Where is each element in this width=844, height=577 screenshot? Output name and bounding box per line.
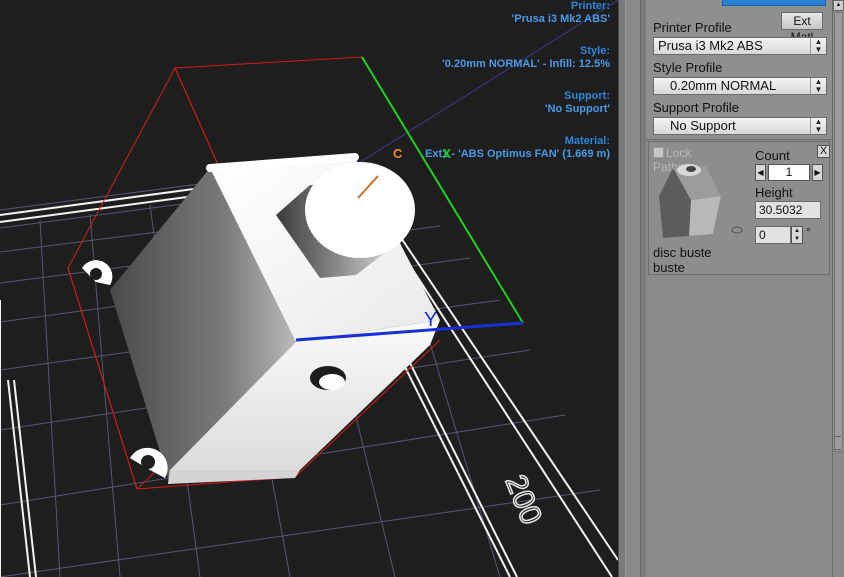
support-info-value: 'No Support'	[544, 103, 610, 115]
support-info: Support: 'No Support'	[545, 90, 610, 116]
material-info-value: Ext1 - 'ABS Optimus FAN' (1.669 m)	[425, 148, 610, 160]
bed-size-label: 200	[499, 470, 548, 529]
increment-right-icon[interactable]: ▶	[812, 164, 823, 181]
printer-profile-select[interactable]: Prusa i3 Mk2 ABS ▲ ▼	[653, 37, 827, 55]
3d-viewport[interactable]: Y 200 Printer: 'Prusa i3 Mk2 ABS' Style:…	[0, 0, 618, 577]
style-profile-label: Style Profile	[653, 60, 723, 75]
object-thumbnail[interactable]	[651, 156, 747, 242]
printer-info-value: 'Prusa i3 Mk2 ABS'	[511, 13, 610, 25]
updown-arrow-icon: ▲ ▼	[810, 38, 826, 54]
scrollbar-thumb[interactable]	[834, 12, 843, 452]
panel-tab-button[interactable]	[722, 0, 826, 6]
close-object-button[interactable]: X	[817, 145, 830, 158]
y-axis-label: Y	[424, 309, 437, 331]
count-stepper[interactable]: ◀ 1 ▶	[755, 164, 823, 181]
rotation-spin-icon[interactable]: ▲ ▼	[791, 226, 803, 244]
extruder-marker-c: C	[393, 146, 403, 161]
object-name-line1: disc buste	[653, 245, 712, 260]
count-label: Count	[755, 148, 790, 163]
printer-info-label: Printer:	[570, 0, 610, 12]
decrement-left-icon[interactable]: ◀	[755, 164, 766, 181]
style-info-label: Style:	[580, 45, 610, 57]
profile-section: Ext Matl Printer Profile Prusa i3 Mk2 AB…	[646, 0, 832, 140]
extruder-marker: CX	[393, 146, 451, 161]
height-label: Height	[755, 185, 793, 200]
height-input[interactable]: 30.5032	[755, 201, 821, 219]
style-info: Style: '0.20mm NORMAL' - Infill: 12.5%	[442, 45, 610, 71]
scroll-grip	[835, 436, 841, 450]
panel-splitter[interactable]	[618, 0, 646, 577]
ext-matl-button[interactable]: Ext Matl	[781, 12, 823, 44]
support-info-label: Support:	[564, 90, 610, 102]
scroll-up-icon[interactable]: ▲	[833, 0, 844, 11]
printer-profile-label: Printer Profile	[653, 20, 732, 35]
extruder-marker-x: X	[442, 146, 452, 161]
object-name: disc buste buste	[653, 245, 712, 275]
style-info-value: '0.20mm NORMAL' - Infill: 12.5%	[442, 58, 610, 70]
build-plate-scene[interactable]: Y 200	[0, 0, 618, 577]
style-profile-select[interactable]: 0.20mm NORMAL ▲ ▼	[653, 77, 827, 95]
printer-info: Printer: 'Prusa i3 Mk2 ABS'	[512, 0, 610, 26]
updown-arrow-icon: ▲ ▼	[810, 78, 826, 94]
support-profile-select[interactable]: No Support ▲ ▼	[653, 117, 827, 135]
object-card[interactable]: Lock Paths disc buste buste X Count ◀ 1 …	[648, 141, 830, 275]
degree-symbol: °	[806, 225, 811, 239]
object-name-line2: buste	[653, 260, 685, 275]
style-profile-value: 0.20mm NORMAL	[670, 78, 777, 93]
count-value[interactable]: 1	[768, 164, 810, 181]
panel-scrollbar[interactable]: ▲	[832, 0, 844, 577]
printer-profile-value: Prusa i3 Mk2 ABS	[658, 38, 763, 53]
model-object	[82, 153, 440, 484]
side-panel: Ext Matl Printer Profile Prusa i3 Mk2 AB…	[646, 0, 832, 577]
material-info-label: Material:	[564, 135, 610, 147]
rotation-input[interactable]: 0	[755, 226, 791, 244]
support-profile-label: Support Profile	[653, 100, 739, 115]
material-info: Material: Ext1 - 'ABS Optimus FAN' (1.66…	[425, 135, 610, 161]
updown-arrow-icon: ▲ ▼	[810, 118, 826, 134]
support-profile-value: No Support	[670, 118, 736, 133]
